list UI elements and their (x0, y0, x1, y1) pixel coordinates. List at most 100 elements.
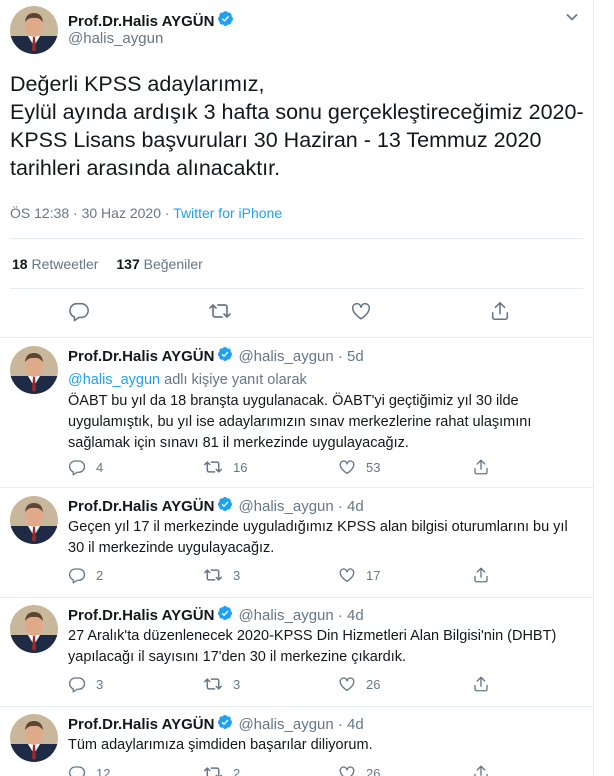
avatar[interactable] (10, 714, 58, 762)
retweet-button[interactable]: 3 (203, 675, 240, 693)
share-icon (474, 676, 488, 692)
likes-label: Beğeniler (143, 256, 203, 272)
retweet-button[interactable]: 16 (203, 458, 247, 476)
like-icon (339, 677, 355, 692)
tweet-text: Tüm adaylarımıza şimdiden başarılar dili… (68, 737, 373, 753)
author-row: Prof.Dr.Halis AYGÜN @halis_aygun · 5d (68, 346, 364, 366)
reply-button[interactable]: 4 (68, 458, 103, 476)
tweet-source-link[interactable]: Twitter for iPhone (173, 205, 282, 221)
retweet-count: 3 (233, 567, 241, 583)
tweet-text: Değerli KPSS adaylarımız, Eylül ayında a… (10, 72, 584, 180)
retweet-icon[interactable] (208, 300, 232, 324)
tweet-text: 27 Aralık'ta düzenlenecek 2020-KPSS Din … (68, 628, 557, 665)
verified-badge-icon (217, 605, 233, 625)
retweet-icon (204, 767, 222, 776)
tweet-actions: 12 2 26 (68, 764, 508, 776)
replying-to: @halis_aygun adlı kişiye yanıt olarak (68, 370, 583, 391)
tweet-actions: 2 3 17 (68, 566, 508, 586)
divider (10, 288, 585, 289)
author-handle[interactable]: @halis_aygun · 4d (238, 607, 363, 624)
like-icon (339, 568, 355, 583)
retweet-button[interactable]: 3 (203, 566, 240, 584)
share-icon (474, 765, 488, 776)
retweet-icon (204, 678, 222, 690)
author-row: Prof.Dr.Halis AYGÜN @halis_aygun · 4d (68, 496, 364, 516)
share-button[interactable] (472, 764, 490, 776)
reply-icon (68, 568, 86, 584)
author-handle[interactable]: @halis_aygun · 4d (238, 498, 363, 515)
author-row: Prof.Dr.Halis AYGÜN (68, 10, 234, 32)
divider (0, 597, 594, 598)
tweet-timestamp[interactable]: ÖS 12:38 · 30 Haz 2020 · (10, 205, 173, 221)
author-name[interactable]: Prof.Dr.Halis AYGÜN (68, 498, 214, 515)
reply-count: 4 (96, 459, 104, 475)
reply-icon (68, 766, 86, 776)
retweet-count: 3 (233, 676, 241, 692)
like-button[interactable]: 26 (338, 764, 380, 776)
mention-link[interactable]: @halis_aygun (68, 372, 160, 388)
like-count: 26 (366, 765, 381, 776)
author-name[interactable]: Prof.Dr.Halis AYGÜN (68, 716, 214, 733)
tweet-meta: ÖS 12:38 · 30 Haz 2020 · Twitter for iPh… (10, 205, 282, 221)
share-icon[interactable] (489, 300, 513, 324)
reply-icon (68, 460, 86, 476)
share-button[interactable] (472, 458, 490, 476)
retweet-icon (204, 569, 222, 581)
reply-icon[interactable] (68, 300, 92, 324)
divider (0, 487, 594, 488)
reply-tweet[interactable]: Prof.Dr.Halis AYGÜN @halis_aygun · 4d Tü… (0, 708, 594, 776)
tweet-text: ÖABT bu yıl da 18 branşta uygulanacak. Ö… (68, 393, 532, 451)
replying-label: adlı kişiye yanıt olarak (160, 372, 307, 388)
retweet-count: 16 (233, 459, 248, 475)
avatar[interactable] (10, 605, 58, 653)
reply-tweet[interactable]: Prof.Dr.Halis AYGÜN @halis_aygun · 5d @h… (0, 340, 594, 490)
reply-button[interactable]: 12 (68, 764, 110, 776)
reply-count: 12 (96, 765, 111, 776)
author-handle[interactable]: @halis_aygun · 4d (238, 716, 363, 733)
author-name[interactable]: Prof.Dr.Halis AYGÜN (68, 607, 214, 624)
tweet-text: Geçen yıl 17 il merkezinde uyguladığımız… (68, 519, 568, 556)
like-icon (339, 460, 355, 475)
retweet-button[interactable]: 2 (203, 764, 240, 776)
verified-badge-icon (217, 714, 233, 734)
share-icon (474, 567, 488, 583)
verified-badge-icon (217, 346, 233, 366)
reply-tweet[interactable]: Prof.Dr.Halis AYGÜN @halis_aygun · 4d Ge… (0, 490, 594, 598)
likes-stat[interactable]: 137 Beğeniler (116, 256, 202, 272)
retweets-count: 18 (12, 256, 28, 272)
avatar[interactable] (10, 346, 58, 394)
tweet-actions: 3 3 26 (68, 675, 508, 695)
chevron-down-icon[interactable] (565, 10, 579, 24)
like-icon (339, 766, 355, 776)
author-row: Prof.Dr.Halis AYGÜN @halis_aygun · 4d (68, 714, 364, 734)
tweet-thread: Prof.Dr.Halis AYGÜN @halis_aygun Değerli… (0, 0, 594, 776)
like-icon[interactable] (350, 300, 374, 324)
author-handle[interactable]: @halis_aygun (68, 30, 163, 47)
divider (0, 706, 594, 707)
like-button[interactable]: 26 (338, 675, 380, 693)
share-button[interactable] (472, 675, 490, 693)
author-row: Prof.Dr.Halis AYGÜN @halis_aygun · 4d (68, 605, 364, 625)
avatar-photo (10, 605, 58, 653)
author-handle[interactable]: @halis_aygun · 5d (238, 348, 363, 365)
like-count: 26 (366, 676, 381, 692)
reply-button[interactable]: 3 (68, 675, 103, 693)
reply-tweet[interactable]: Prof.Dr.Halis AYGÜN @halis_aygun · 4d 27… (0, 599, 594, 707)
reply-count: 3 (96, 676, 104, 692)
likes-count: 137 (116, 256, 140, 272)
author-name[interactable]: Prof.Dr.Halis AYGÜN (68, 348, 214, 365)
share-button[interactable] (472, 566, 490, 584)
reply-button[interactable]: 2 (68, 566, 103, 584)
avatar-photo (10, 714, 58, 762)
reply-icon (68, 677, 86, 693)
avatar[interactable] (10, 496, 58, 544)
avatar[interactable] (10, 6, 58, 54)
author-name[interactable]: Prof.Dr.Halis AYGÜN (68, 13, 214, 30)
retweets-stat[interactable]: 18 Retweetler (12, 256, 98, 272)
like-button[interactable]: 17 (338, 566, 380, 584)
avatar-photo (10, 346, 58, 394)
like-count: 17 (366, 567, 381, 583)
like-button[interactable]: 53 (338, 458, 380, 476)
tweet-actions: 4 16 53 (68, 458, 508, 478)
share-icon (474, 459, 488, 475)
